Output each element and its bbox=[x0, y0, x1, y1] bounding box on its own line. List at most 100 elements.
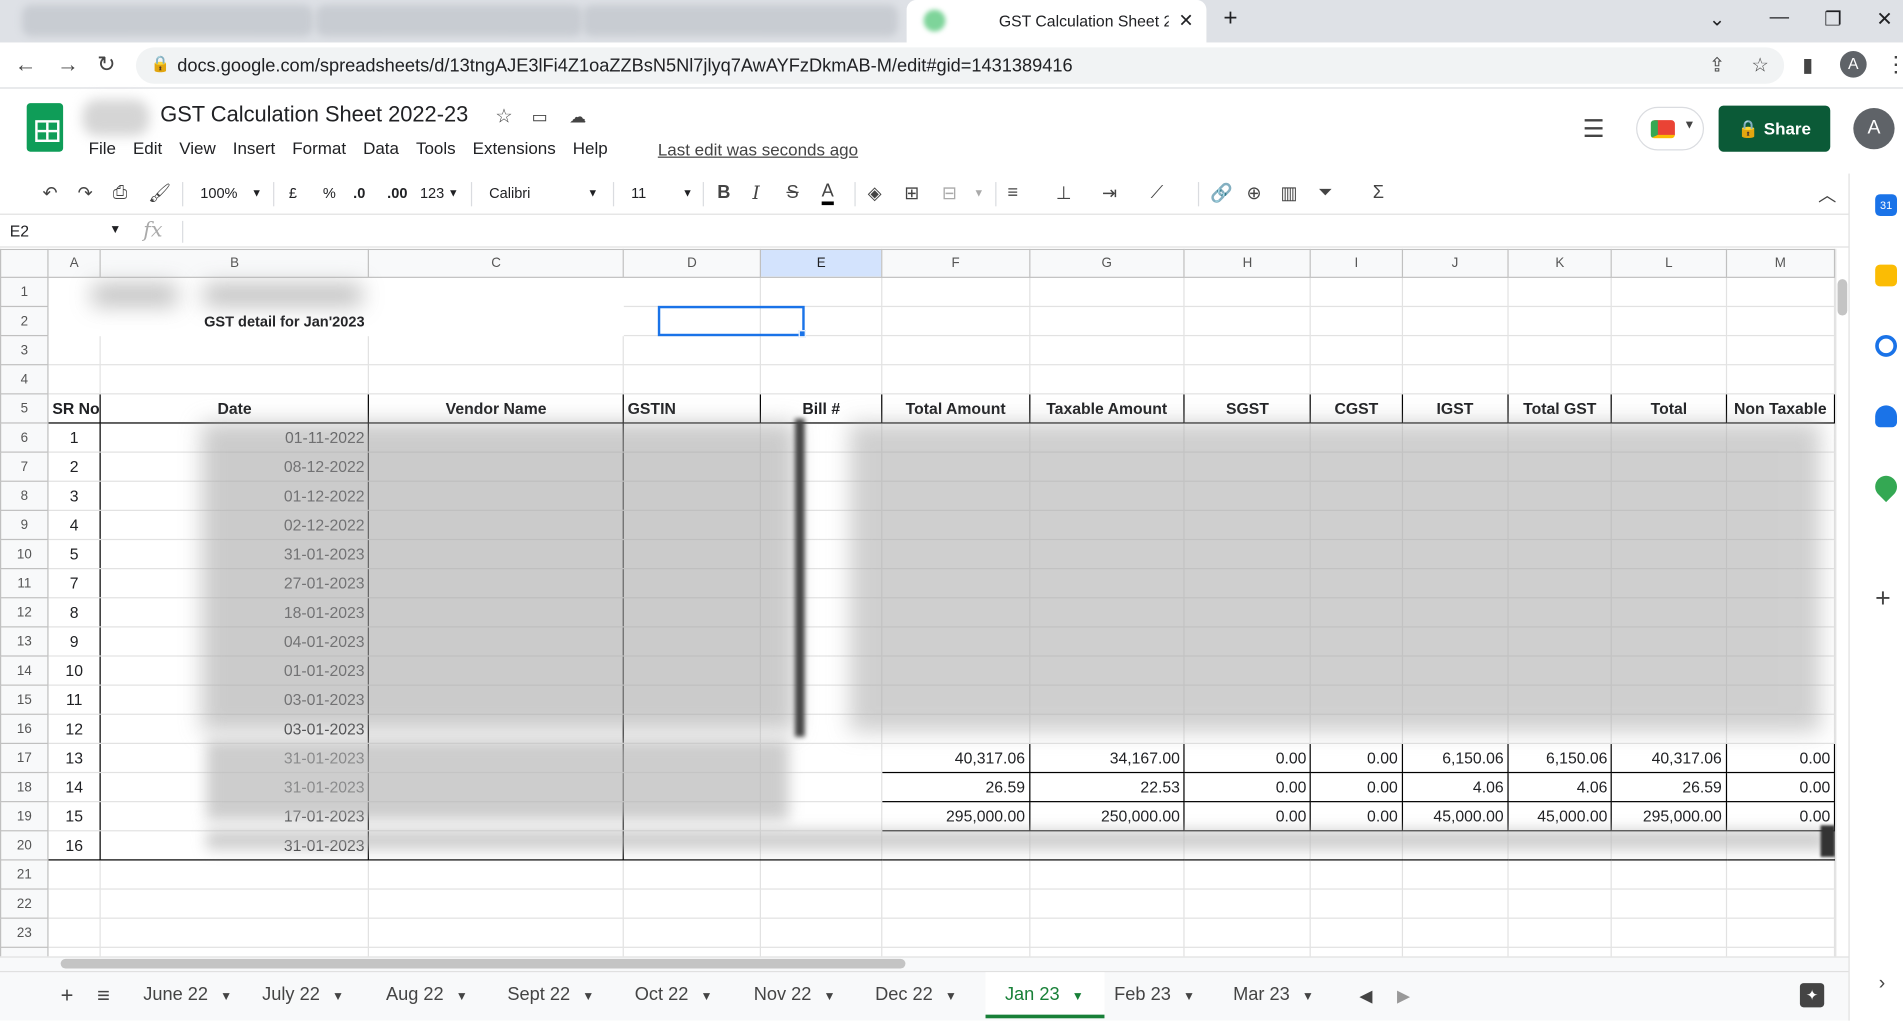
cell[interactable] bbox=[1507, 276, 1613, 308]
row-header[interactable]: 9 bbox=[0, 509, 49, 541]
taxable-cell[interactable]: 22.53 bbox=[1028, 771, 1185, 803]
cell[interactable] bbox=[368, 859, 624, 890]
cell[interactable] bbox=[47, 946, 101, 957]
cell[interactable] bbox=[1725, 305, 1836, 337]
cell[interactable] bbox=[368, 305, 624, 337]
cell[interactable] bbox=[368, 946, 624, 957]
sr-cell[interactable]: 12 bbox=[47, 713, 101, 744]
non-taxable-cell[interactable]: 0.00 bbox=[1725, 801, 1836, 832]
cell[interactable] bbox=[368, 364, 624, 395]
cell[interactable] bbox=[1183, 888, 1312, 919]
cell[interactable] bbox=[1183, 305, 1312, 337]
browser-tab-blurred[interactable] bbox=[582, 4, 899, 37]
column-header-cell[interactable]: Vendor Name bbox=[368, 393, 624, 424]
horizontal-align-icon[interactable]: ≡ bbox=[1007, 182, 1018, 203]
row-header[interactable]: 20 bbox=[0, 830, 49, 861]
currency-format-button[interactable]: £ bbox=[289, 184, 297, 201]
chevron-down-icon[interactable]: ▼ bbox=[1302, 990, 1314, 1003]
browser-tab-blurred[interactable] bbox=[21, 4, 314, 37]
show-side-panel-icon[interactable]: › bbox=[1879, 973, 1885, 995]
tab-search-icon[interactable]: ⌄ bbox=[1709, 7, 1725, 31]
document-title[interactable]: GST Calculation Sheet 2022-23 bbox=[160, 102, 468, 127]
menu-format[interactable]: Format bbox=[292, 138, 346, 157]
sheet-title-cell[interactable]: GST detail for Jan'2023 bbox=[99, 305, 370, 337]
cell[interactable] bbox=[47, 364, 101, 395]
forward-icon[interactable]: → bbox=[57, 52, 79, 77]
cell[interactable] bbox=[1310, 946, 1403, 957]
chevron-down-icon[interactable]: ▼ bbox=[332, 990, 344, 1003]
cell[interactable] bbox=[881, 946, 1030, 957]
sheet-tab[interactable]: Dec 22 ▼ bbox=[865, 972, 985, 1018]
cell[interactable] bbox=[759, 276, 883, 308]
cell[interactable] bbox=[622, 917, 762, 948]
cell[interactable] bbox=[1401, 859, 1509, 890]
sheet-tab[interactable]: July 22 ▼ bbox=[252, 972, 376, 1018]
functions-icon[interactable]: Σ bbox=[1373, 182, 1384, 203]
sr-cell[interactable]: 9 bbox=[47, 626, 101, 657]
cell[interactable] bbox=[368, 276, 624, 308]
column-header-cell[interactable]: Date bbox=[99, 393, 370, 424]
column-header[interactable]: M bbox=[1725, 248, 1836, 278]
cell[interactable] bbox=[1310, 276, 1403, 308]
cell[interactable] bbox=[1401, 334, 1509, 366]
column-header-cell[interactable]: Taxable Amount bbox=[1028, 393, 1185, 424]
sr-cell[interactable]: 16 bbox=[47, 830, 101, 861]
chevron-down-icon[interactable]: ▼ bbox=[945, 990, 957, 1003]
cell[interactable] bbox=[1507, 859, 1613, 890]
cell[interactable] bbox=[1028, 364, 1185, 395]
cell[interactable] bbox=[47, 305, 101, 337]
share-button[interactable]: 🔒 Share bbox=[1718, 105, 1831, 152]
row-header[interactable]: 11 bbox=[0, 568, 49, 599]
text-wrap-icon[interactable]: ⇥ bbox=[1102, 182, 1117, 204]
print-icon[interactable]: ⎙ bbox=[113, 182, 128, 203]
chevron-down-icon[interactable]: ▼ bbox=[220, 990, 232, 1003]
sr-cell[interactable]: 3 bbox=[47, 480, 101, 511]
total-cell[interactable]: 40,317.06 bbox=[1611, 742, 1727, 774]
cell[interactable] bbox=[1611, 917, 1727, 948]
cell[interactable] bbox=[881, 364, 1030, 395]
menu-view[interactable]: View bbox=[179, 138, 216, 157]
cell[interactable] bbox=[1725, 917, 1836, 948]
cell[interactable] bbox=[368, 888, 624, 919]
column-header-cell[interactable]: SR No bbox=[47, 393, 101, 424]
sr-cell[interactable]: 10 bbox=[47, 655, 101, 686]
column-header-cell[interactable]: SGST bbox=[1183, 393, 1312, 424]
total-amount-cell[interactable]: 295,000.00 bbox=[881, 801, 1030, 832]
sr-cell[interactable]: 14 bbox=[47, 771, 101, 803]
total-amount-cell[interactable]: 40,317.06 bbox=[881, 742, 1030, 774]
chevron-down-icon[interactable]: ▼ bbox=[582, 990, 594, 1003]
fill-color-icon[interactable]: ◈ bbox=[868, 182, 882, 204]
total-gst-cell[interactable]: 45,000.00 bbox=[1507, 801, 1613, 832]
cell[interactable] bbox=[1028, 859, 1185, 890]
cell[interactable] bbox=[1401, 946, 1509, 957]
igst-cell[interactable]: 45,000.00 bbox=[1401, 801, 1509, 832]
cell[interactable] bbox=[622, 364, 762, 395]
cell[interactable] bbox=[1310, 305, 1403, 337]
italic-button[interactable]: I bbox=[752, 182, 759, 204]
undo-icon[interactable]: ↶ bbox=[42, 182, 57, 204]
row-header[interactable]: 3 bbox=[0, 334, 49, 366]
sgst-cell[interactable]: 0.00 bbox=[1183, 771, 1312, 803]
non-taxable-cell[interactable]: 0.00 bbox=[1725, 742, 1836, 774]
column-header-cell[interactable]: IGST bbox=[1401, 393, 1509, 424]
cell[interactable] bbox=[881, 917, 1030, 948]
star-icon[interactable]: ☆ bbox=[495, 104, 512, 128]
row-header[interactable]: 22 bbox=[0, 888, 49, 919]
url-field[interactable]: 🔒 docs.google.com/spreadsheets/d/13tngAJ… bbox=[135, 47, 1785, 84]
cell[interactable] bbox=[1401, 917, 1509, 948]
row-header[interactable]: 17 bbox=[0, 742, 49, 774]
taxable-cell[interactable]: 34,167.00 bbox=[1028, 742, 1185, 774]
bookmark-star-icon[interactable]: ☆ bbox=[1751, 53, 1768, 77]
cell[interactable] bbox=[881, 888, 1030, 919]
cell[interactable] bbox=[1183, 364, 1312, 395]
column-header[interactable]: I bbox=[1310, 248, 1403, 278]
cell[interactable] bbox=[1611, 334, 1727, 366]
row-header[interactable]: 7 bbox=[0, 451, 49, 482]
cell[interactable] bbox=[1183, 946, 1312, 957]
cell[interactable] bbox=[1401, 276, 1509, 308]
column-header-cell[interactable]: GSTIN bbox=[622, 393, 762, 424]
cell[interactable] bbox=[881, 305, 1030, 337]
sheet-tab[interactable]: Aug 22 ▼ bbox=[376, 972, 497, 1018]
cell[interactable] bbox=[622, 334, 762, 366]
column-header-cell[interactable]: Total Amount bbox=[881, 393, 1030, 424]
